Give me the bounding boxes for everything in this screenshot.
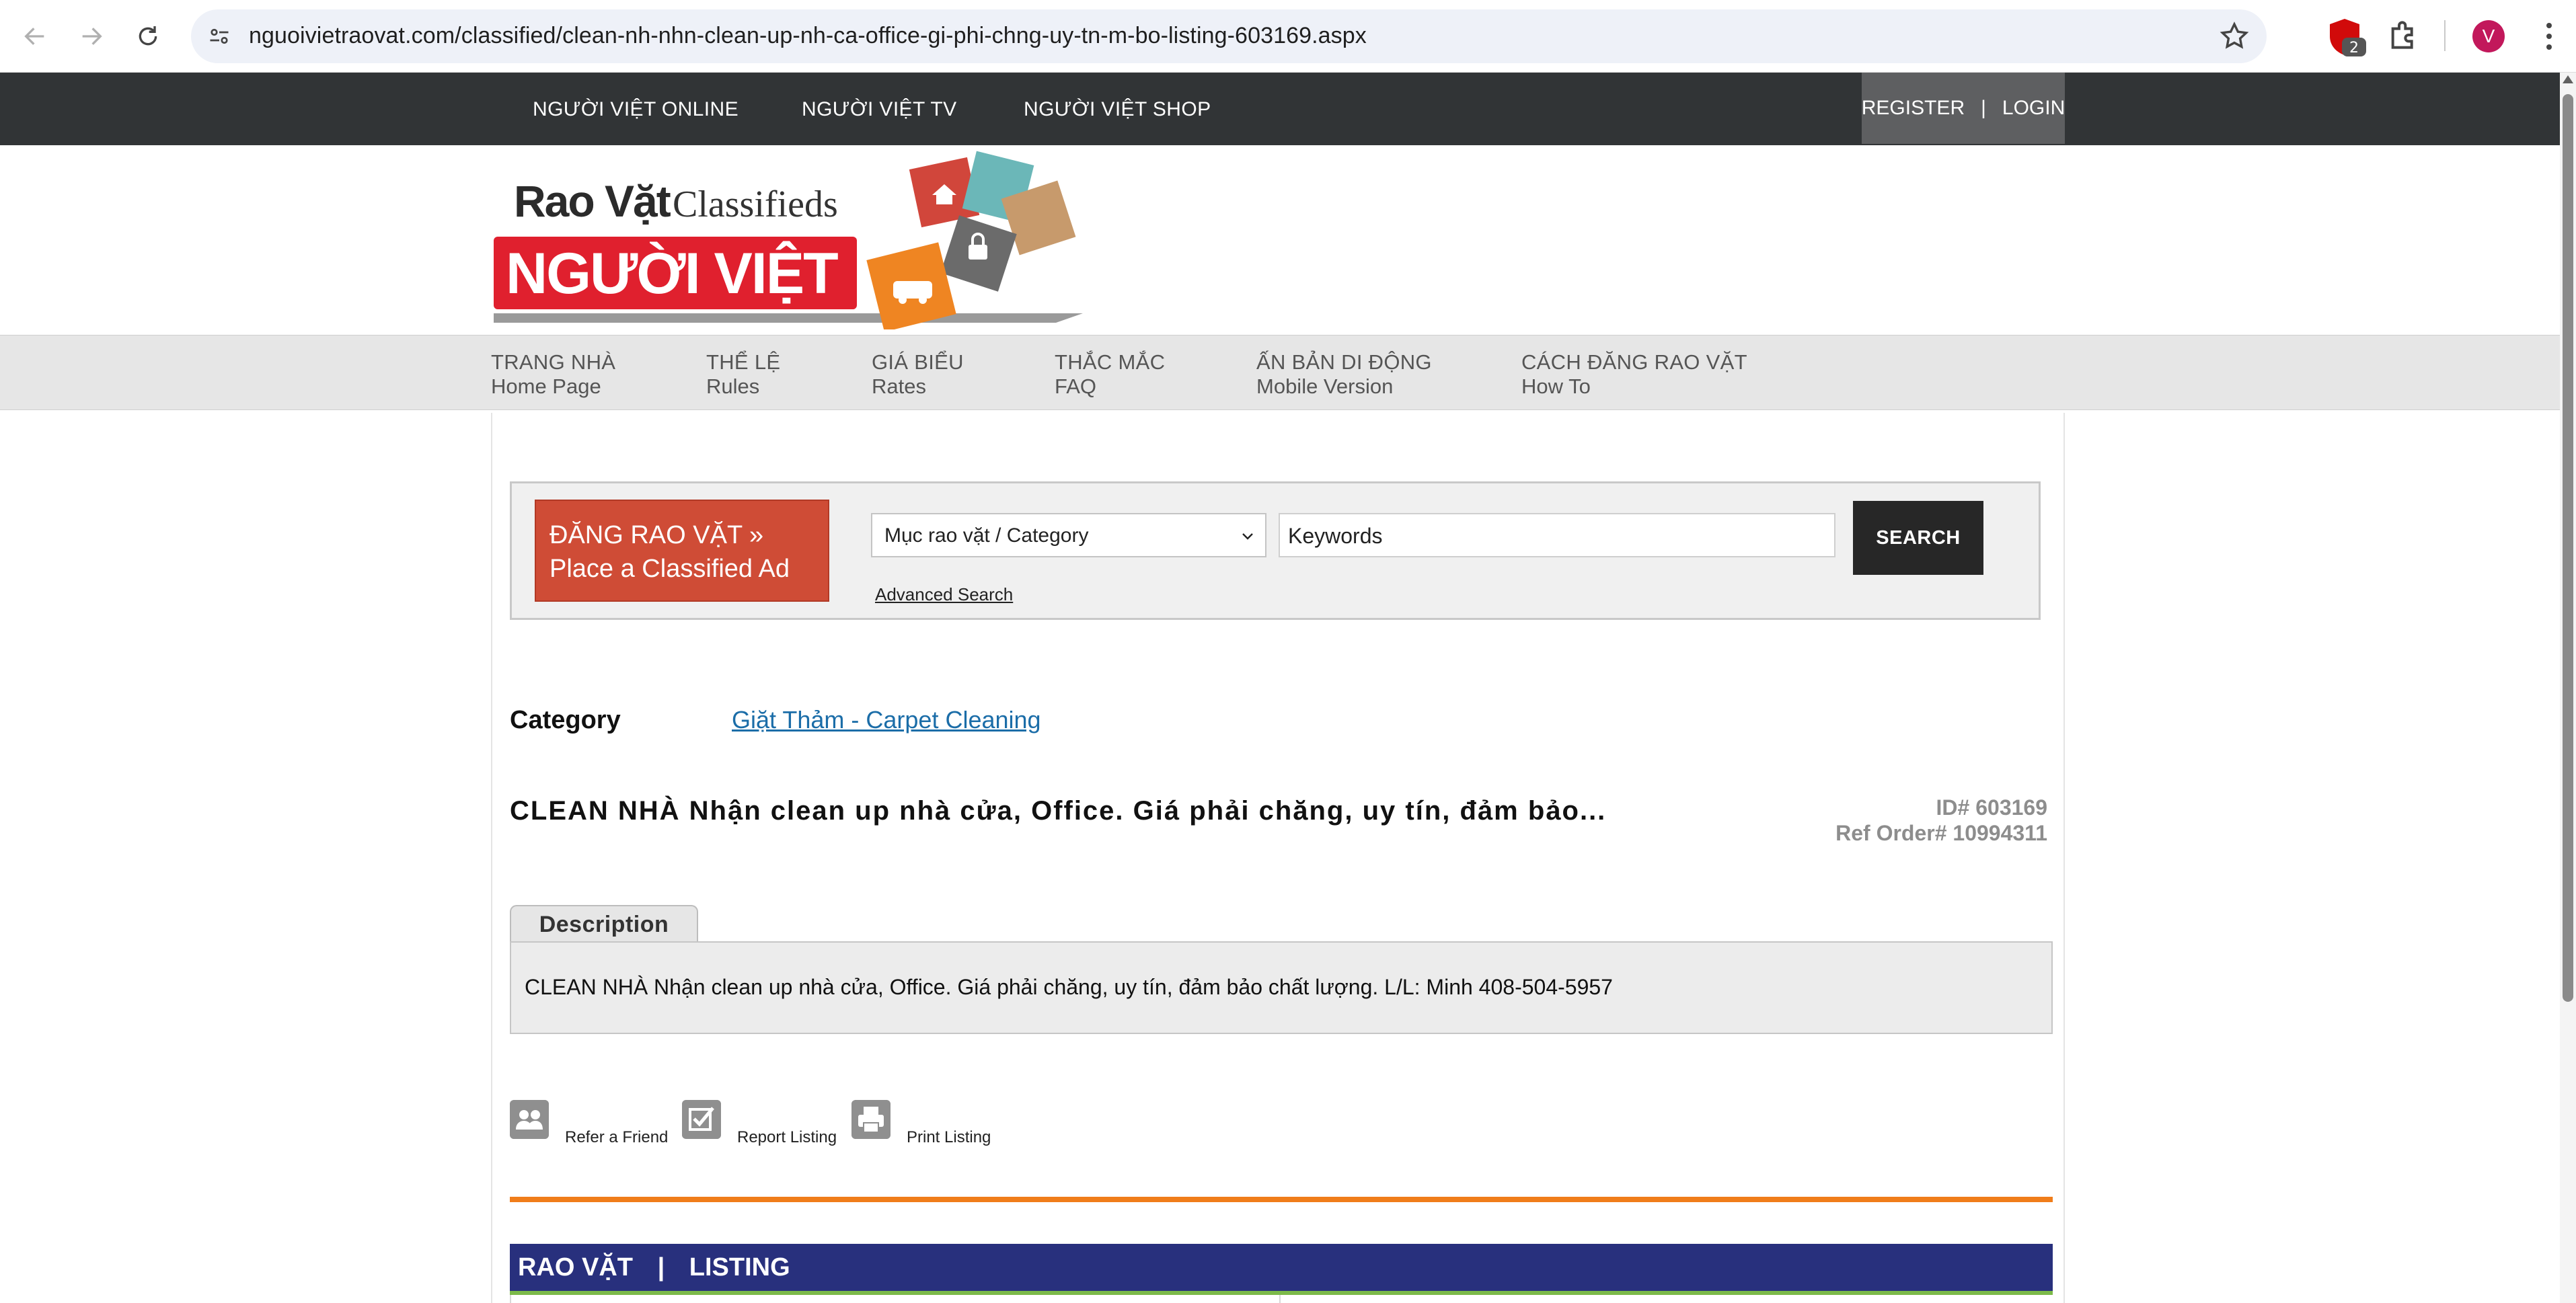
site-top-bar: NGƯỜI VIỆT ONLINE NGƯỜI VIỆT TV NGƯỜI VI… [0,73,2560,145]
menu-howto-en: How To [1521,374,1591,398]
orange-divider [510,1197,2053,1202]
print-listing-label: Print Listing [907,1128,991,1146]
logo-classifieds-text: Classifieds [673,184,838,225]
refer-friend-icon [510,1100,549,1139]
bar-listing-text: LISTING [689,1253,790,1281]
topnav-nguoiviet-online[interactable]: NGƯỜI VIỆT ONLINE [533,98,738,121]
menu-faq[interactable]: THẮC MẮC FAQ [1055,350,1165,399]
listing-id: ID# 603169 [1936,795,2047,820]
place-classified-ad-button[interactable]: ĐĂNG RAO VẶT » Place a Classified Ad [535,500,829,602]
category-label: Category [510,706,621,734]
forward-button[interactable] [70,15,113,58]
menu-howto-vn: CÁCH ĐĂNG RAO VẶT [1521,350,1747,374]
ublock-extension-icon[interactable]: 2 [2326,16,2366,59]
category-select[interactable]: Mục rao vặt / Category [871,513,1266,557]
menu-home-page[interactable]: TRANG NHÀ Home Page [491,350,615,399]
menu-rules-vn: THỂ LỆ [706,350,781,374]
menu-faq-en: FAQ [1055,374,1097,398]
menu-rates-en: Rates [872,374,926,398]
logo-rao-vat-text: Rao Vặt [514,176,671,226]
green-divider [510,1291,2053,1295]
menu-how-to[interactable]: CÁCH ĐĂNG RAO VẶT How To [1521,350,1747,399]
place-ad-line-en: Place a Classified Ad [550,555,790,583]
print-listing-action[interactable]: Print Listing [851,1100,1013,1147]
site-info-button[interactable] [202,19,237,54]
site-settings-icon [210,28,229,44]
login-link[interactable]: LOGIN [2002,97,2065,120]
bookmark-star-icon[interactable] [2218,20,2250,52]
auth-links: REGISTER | LOGIN [1862,73,2065,144]
keywords-input[interactable]: Keywords [1279,513,1835,557]
search-panel: ĐĂNG RAO VẶT » Place a Classified Ad Mục… [510,481,2041,620]
browser-menu-icon[interactable] [2541,20,2557,52]
page-scrollbar-thumb[interactable] [2563,94,2573,1002]
menu-rules[interactable]: THỂ LỆ Rules [706,350,780,399]
url-text[interactable]: nguoivietraovat.com/classified/clean-nh-… [249,23,1367,49]
menu-rates-vn: GIÁ BIỂU [872,350,964,374]
listing-ref-order: Ref Order# 10994311 [1835,821,2047,845]
table-cell-divider-left [510,1295,511,1303]
browser-toolbar: nguoivietraovat.com/classified/clean-nh-… [0,0,2576,73]
logo-gray-underline [494,313,1083,323]
logo-nguoi-viet-text: NGƯỜI VIỆT [506,241,838,306]
chevron-down-icon [1242,533,1253,540]
category-select-value: Mục rao vặt / Category [884,524,1089,547]
report-listing-action[interactable]: Report Listing [682,1100,843,1147]
menu-faq-vn: THẮC MẮC [1055,350,1166,374]
report-listing-label: Report Listing [737,1128,837,1146]
description-text: CLEAN NHÀ Nhận clean up nhà cửa, Office.… [510,941,2053,1034]
report-checkbox-icon [682,1100,721,1139]
register-link[interactable]: REGISTER [1862,97,1965,120]
menu-rates[interactable]: GIÁ BIỂU Rates [872,350,964,399]
topnav-nguoiviet-tv[interactable]: NGƯỜI VIỆT TV [802,98,956,121]
auth-separator: | [1981,97,1986,119]
menu-home-en: Home Page [491,374,601,398]
category-link[interactable]: Giặt Thảm - Carpet Cleaning [732,706,1041,734]
listing-content-panel: ĐĂNG RAO VẶT » Place a Classified Ad Mục… [491,413,2065,1303]
menu-mobile-en: Mobile Version [1256,374,1394,398]
logo-tiles-graphic [866,151,1076,329]
main-menu-bar: TRANG NHÀ Home Page THỂ LỆ Rules GIÁ BIỂ… [0,335,2560,410]
rao-vat-listing-bar: RAO VẶT | LISTING [510,1244,2053,1291]
profile-avatar[interactable]: V [2472,20,2505,52]
table-cell-divider-middle [1279,1295,1281,1303]
refer-friend-label: Refer a Friend [565,1128,669,1146]
menu-mobile-vn: ẤN BẢN DI ĐỘNG [1256,350,1432,374]
printer-icon [851,1100,891,1139]
listing-title: CLEAN NHÀ Nhận clean up nhà cửa, Office.… [510,796,1607,826]
advanced-search-link[interactable]: Advanced Search [875,584,1013,605]
back-button[interactable] [13,15,56,58]
description-tab[interactable]: Description [510,905,698,943]
topnav-nguoiviet-shop[interactable]: NGƯỜI VIỆT SHOP [1024,98,1211,121]
search-button[interactable]: SEARCH [1853,501,1983,575]
reload-icon [139,26,157,46]
bar-separator: | [657,1253,665,1281]
extensions-puzzle-icon[interactable] [2385,16,2423,54]
address-bar[interactable]: nguoivietraovat.com/classified/clean-nh-… [191,9,2267,63]
toolbar-divider [2444,20,2446,51]
extension-badge-count: 2 [2349,40,2359,56]
menu-home-vn: TRANG NHÀ [491,350,616,374]
reload-button[interactable] [126,15,169,58]
refer-friend-action[interactable]: Refer a Friend [510,1100,671,1147]
menu-mobile-version[interactable]: ẤN BẢN DI ĐỘNG Mobile Version [1256,350,1432,399]
menu-rules-en: Rules [706,374,760,398]
arrow-left-icon [24,28,44,45]
scroll-up-arrow-icon[interactable] [2563,75,2573,83]
site-logo[interactable]: Rao Vặt Classifieds NGƯỜI VIỆT [491,149,1083,329]
arrow-right-icon [82,28,102,45]
listing-ids: ID# 603169 Ref Order# 10994311 [1835,795,2047,846]
place-ad-line-vn: ĐĂNG RAO VẶT » [550,521,764,549]
bar-rao-vat-text: RAO VẶT [518,1253,633,1281]
